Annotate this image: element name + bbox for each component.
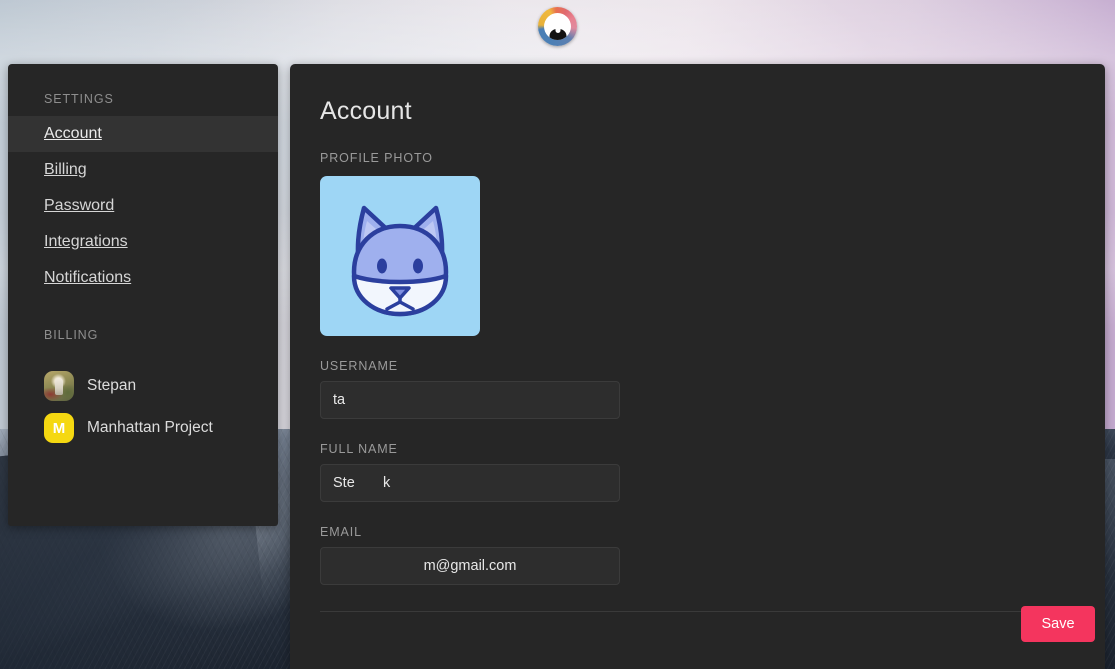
page-title: Account (320, 97, 412, 125)
full-name-label: FULL NAME (320, 442, 398, 456)
sidebar-item-password[interactable]: Password (8, 188, 278, 224)
email-field-group: EMAIL (290, 525, 1105, 585)
fox-avatar-icon (351, 205, 449, 317)
save-button[interactable]: Save (1021, 606, 1095, 642)
sidebar-section-settings: SETTINGS (44, 92, 114, 106)
sidebar-item-integrations[interactable]: Integrations (8, 224, 278, 260)
sidebar-account-stepan[interactable]: Stepan (44, 369, 278, 403)
avatar-initial: M (44, 413, 74, 443)
email-label: EMAIL (320, 525, 363, 539)
sidebar-account-list: Stepan M Manhattan Project (8, 369, 278, 445)
sidebar-account-label: Manhattan Project (87, 419, 213, 436)
browser-app-icon[interactable] (538, 7, 577, 46)
username-input[interactable] (320, 381, 620, 419)
desktop-background: SETTINGS Account Billing Password Integr… (0, 0, 1115, 669)
username-field-group: USERNAME (290, 359, 1105, 419)
sidebar-item-account[interactable]: Account (8, 116, 278, 152)
sidebar-item-billing[interactable]: Billing (8, 152, 278, 188)
sidebar-account-manhattan-project[interactable]: M Manhattan Project (44, 411, 278, 445)
full-name-input[interactable] (320, 464, 620, 502)
form-footer: Save (290, 597, 1105, 669)
sidebar-section-billing: BILLING (44, 328, 99, 342)
sidebar-account-label: Stepan (87, 377, 137, 394)
username-label: USERNAME (320, 359, 399, 373)
profile-photo-avatar[interactable] (320, 176, 480, 336)
settings-sidebar: SETTINGS Account Billing Password Integr… (8, 64, 278, 526)
email-input[interactable] (320, 547, 620, 585)
app-icon-inner (544, 13, 571, 40)
sidebar-item-notifications[interactable]: Notifications (8, 260, 278, 296)
avatar (44, 371, 74, 401)
full-name-field-group: FULL NAME (290, 442, 1105, 502)
profile-photo-label: PROFILE PHOTO (320, 151, 433, 165)
sidebar-nav-list: Account Billing Password Integrations No… (8, 116, 278, 296)
account-settings-panel: Account PROFILE PHOTO USERNAME ta FULL N… (290, 64, 1105, 669)
